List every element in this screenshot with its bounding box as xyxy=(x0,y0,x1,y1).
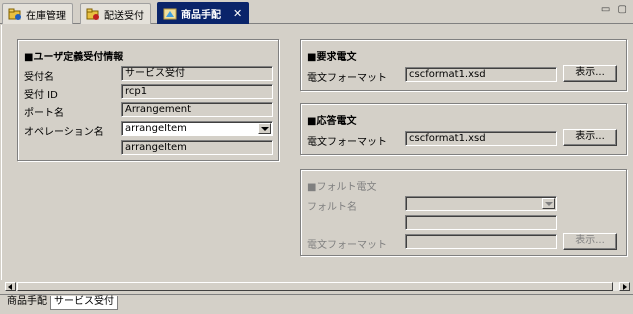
chevron-down-icon[interactable] xyxy=(258,123,271,134)
scroll-right-icon[interactable] xyxy=(619,282,630,291)
fault-format-field xyxy=(405,234,557,249)
tab-delivery-reception[interactable]: 配送受付 xyxy=(80,3,151,24)
response-browse-button[interactable]: 表示... xyxy=(563,129,617,146)
response-message-group: ■応答電文 電文フォーマット cscformat1.xsd 表示... xyxy=(300,103,627,155)
product-icon xyxy=(163,7,177,21)
bottom-tab-service-reception[interactable]: サービス受付 xyxy=(50,296,118,310)
response-format-label: 電文フォーマット xyxy=(307,137,387,148)
request-format-label: 電文フォーマット xyxy=(307,73,387,84)
tab-stock-management[interactable]: 在庫管理 xyxy=(2,3,73,24)
operation-name-label: オペレーション名 xyxy=(24,127,104,138)
scroll-left-icon[interactable] xyxy=(5,282,16,291)
scrollbar-thumb[interactable] xyxy=(17,282,613,291)
tab-label: 配送受付 xyxy=(104,10,144,22)
reception-id-field[interactable]: rcp1 xyxy=(121,84,273,99)
bottom-tab-product-arrangement[interactable]: 商品手配 xyxy=(4,296,50,310)
fault-browse-button: 表示... xyxy=(563,233,617,250)
editor-tab-bar: 在庫管理 配送受付 商品手配 ✕ ▭ ▢ xyxy=(0,0,633,24)
group-title: ■要求電文 xyxy=(307,52,357,63)
group-title: ■フォルト電文 xyxy=(307,182,377,193)
close-icon[interactable]: ✕ xyxy=(233,7,242,20)
request-browse-button[interactable]: 表示... xyxy=(563,65,617,82)
request-format-field[interactable]: cscformat1.xsd xyxy=(405,67,557,82)
delivery-folder-icon xyxy=(86,7,100,21)
chevron-down-icon xyxy=(542,198,555,209)
operation-name-value: arrangeItem xyxy=(125,123,187,134)
port-name-label: ポート名 xyxy=(24,108,64,119)
fault-name-label: フォルト名 xyxy=(307,202,357,213)
fault-extra-field xyxy=(405,215,557,230)
fault-message-group: ■フォルト電文 フォルト名 電文フォーマット 表示... xyxy=(300,169,627,256)
tab-label: 在庫管理 xyxy=(26,10,66,22)
response-format-field[interactable]: cscformat1.xsd xyxy=(405,131,557,146)
reception-name-field[interactable]: サービス受付 xyxy=(121,66,273,81)
user-definition-group: ■ユーザ定義受付情報 受付名 サービス受付 受付 ID rcp1 ポート名 Ar… xyxy=(17,39,279,161)
group-title: ■応答電文 xyxy=(307,116,357,127)
tab-product-arrangement[interactable]: 商品手配 ✕ xyxy=(157,2,250,24)
operation-name-combo[interactable]: arrangeItem xyxy=(121,121,273,136)
horizontal-scrollbar[interactable] xyxy=(4,281,631,292)
reception-id-label: 受付 ID xyxy=(24,90,58,101)
port-name-field[interactable]: Arrangement xyxy=(121,102,273,117)
group-title: ■ユーザ定義受付情報 xyxy=(24,52,124,63)
reception-name-label: 受付名 xyxy=(24,72,54,83)
bottom-tab-bar: 商品手配 サービス受付 xyxy=(0,294,633,314)
request-message-group: ■要求電文 電文フォーマット cscformat1.xsd 表示... xyxy=(300,39,627,91)
operation-echo-field[interactable]: arrangeItem xyxy=(121,140,273,155)
tab-label: 商品手配 xyxy=(181,10,221,21)
fault-name-combo xyxy=(405,196,557,211)
fault-format-label: 電文フォーマット xyxy=(307,240,387,251)
stock-folder-icon xyxy=(8,7,22,21)
window-controls[interactable]: ▭ ▢ xyxy=(601,4,629,15)
editor-content: ■ユーザ定義受付情報 受付名 サービス受付 受付 ID rcp1 ポート名 Ar… xyxy=(1,25,632,280)
